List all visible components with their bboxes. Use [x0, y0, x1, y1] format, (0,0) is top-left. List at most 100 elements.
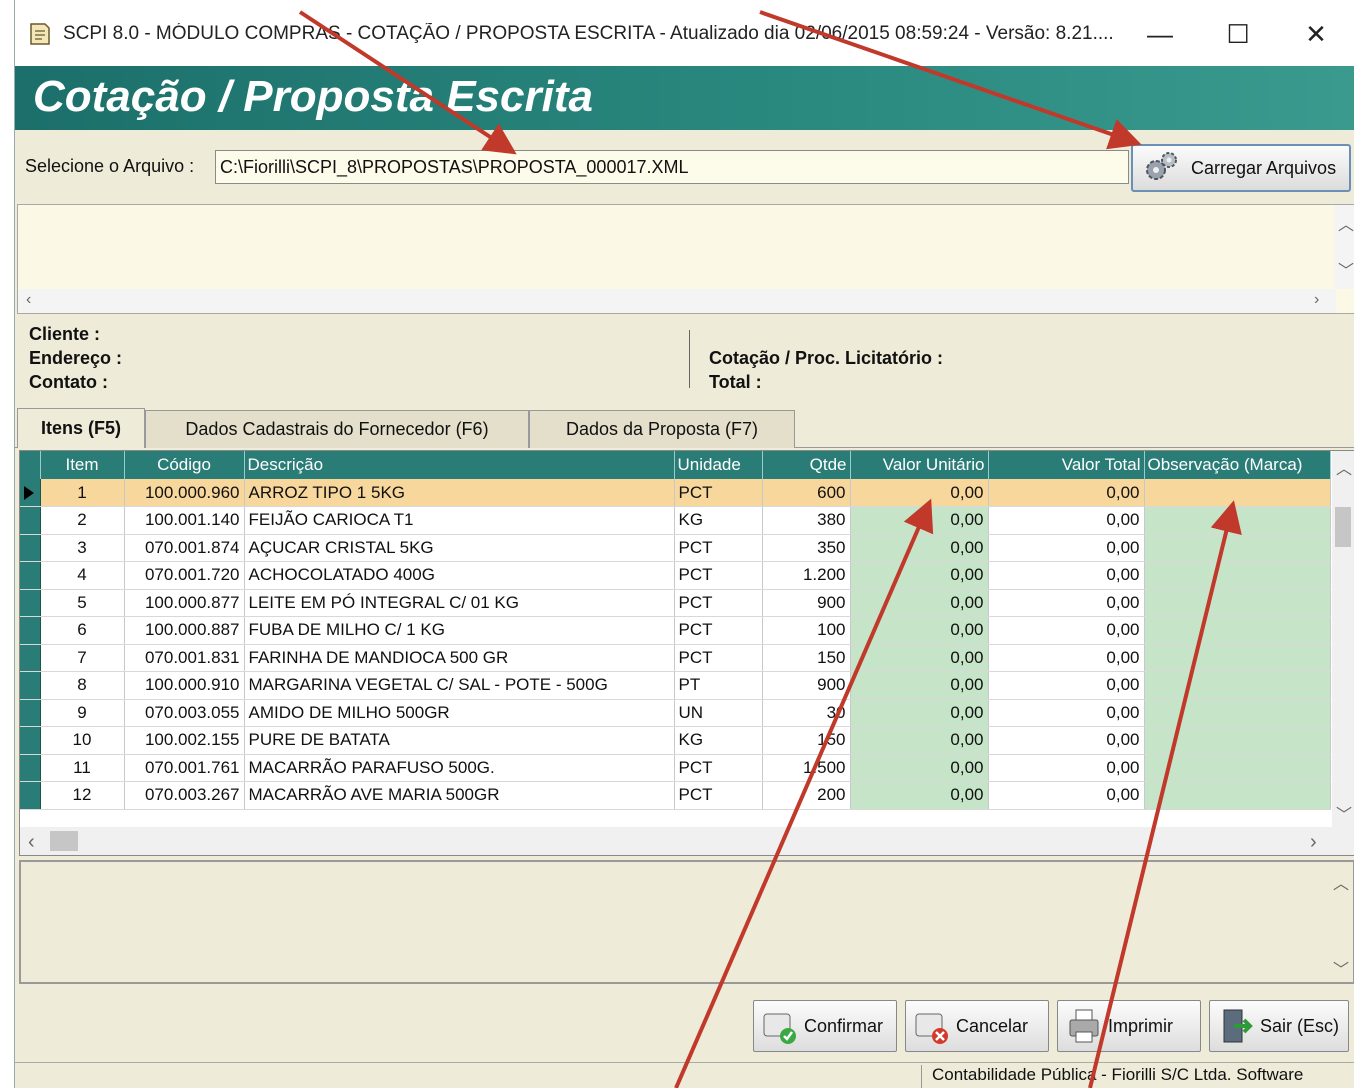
maximize-button[interactable]: ☐ [1199, 0, 1277, 68]
cell-observacao[interactable] [1144, 781, 1331, 810]
cell-observacao[interactable] [1144, 644, 1331, 672]
cell-codigo[interactable]: 100.000.877 [124, 589, 245, 617]
cell-qtde[interactable]: 30 [762, 699, 851, 727]
scroll-thumb[interactable] [50, 831, 78, 851]
grid-horizontal-scrollbar[interactable]: ‹ › [20, 827, 1354, 855]
cell-item[interactable]: 4 [40, 561, 125, 590]
row-indicator[interactable] [20, 644, 41, 672]
row-indicator[interactable] [20, 726, 41, 755]
cell-item[interactable]: 8 [40, 671, 125, 700]
cell-qtde[interactable]: 900 [762, 671, 851, 700]
col-header-codigo[interactable]: Código [124, 451, 245, 479]
cell-descricao[interactable]: ACHOCOLATADO 400G [244, 561, 675, 590]
cell-item[interactable]: 7 [40, 644, 125, 672]
chevron-left-icon[interactable]: ‹ [28, 831, 35, 854]
cell-unidade[interactable]: PCT [674, 754, 763, 782]
print-button[interactable]: Imprimir [1057, 1000, 1201, 1052]
row-indicator[interactable] [20, 671, 41, 700]
cell-qtde[interactable]: 350 [762, 534, 851, 562]
col-header-observacao[interactable]: Observação (Marca) [1144, 451, 1331, 479]
table-row[interactable]: 12 070.003.267 MACARRÃO AVE MARIA 500GR PCT… [20, 781, 1331, 810]
items-grid[interactable]: Item Código Descrição Unidade Qtde Valor… [19, 450, 1354, 856]
cell-valor-total[interactable]: 0,00 [988, 671, 1145, 700]
row-indicator[interactable] [20, 506, 41, 535]
table-row[interactable]: 5 100.000.877 LEITE EM PÓ INTEGRAL C/ 01 K… [20, 589, 1331, 617]
table-row[interactable]: 8 100.000.910 MARGARINA VEGETAL C/ SAL - P… [20, 671, 1331, 700]
chevron-up-icon[interactable]: ︿ [1336, 455, 1352, 479]
cell-unidade[interactable]: PCT [674, 644, 763, 672]
cell-unidade[interactable]: PCT [674, 561, 763, 590]
cell-item[interactable]: 12 [40, 781, 125, 810]
cell-qtde[interactable]: 900 [762, 589, 851, 617]
cell-item[interactable]: 9 [40, 699, 125, 727]
cell-codigo[interactable]: 070.001.831 [124, 644, 245, 672]
cell-valor-total[interactable]: 0,00 [988, 754, 1145, 782]
cell-valor-total[interactable]: 0,00 [988, 561, 1145, 590]
cell-qtde[interactable]: 1.500 [762, 754, 851, 782]
cell-item[interactable]: 5 [40, 589, 125, 617]
cell-observacao[interactable] [1144, 616, 1331, 645]
tab-itens[interactable]: Itens (F5) [17, 408, 145, 448]
cell-observacao[interactable] [1144, 506, 1331, 535]
cell-valor-unitario[interactable]: 0,00 [850, 534, 989, 562]
cell-valor-total[interactable]: 0,00 [988, 589, 1145, 617]
row-indicator[interactable] [20, 534, 41, 562]
load-files-button[interactable]: Carregar Arquivos [1131, 144, 1351, 192]
cell-codigo[interactable]: 100.002.155 [124, 726, 245, 755]
cell-descricao[interactable]: ARROZ TIPO 1 5KG [244, 479, 675, 507]
cell-descricao[interactable]: AMIDO DE MILHO 500GR [244, 699, 675, 727]
cell-item[interactable]: 3 [40, 534, 125, 562]
cell-item[interactable]: 2 [40, 506, 125, 535]
tab-dados-fornecedor[interactable]: Dados Cadastrais do Fornecedor (F6) [145, 410, 529, 448]
cell-descricao[interactable]: FEIJÃO CARIOCA T1 [244, 506, 675, 535]
cell-descricao[interactable]: MACARRÃO PARAFUSO 500G. [244, 754, 675, 782]
chevron-down-icon[interactable]: ﹀ [1338, 257, 1354, 281]
cell-codigo[interactable]: 070.003.055 [124, 699, 245, 727]
row-indicator[interactable] [20, 479, 41, 507]
tab-dados-proposta[interactable]: Dados da Proposta (F7) [529, 410, 795, 448]
cell-observacao[interactable] [1144, 671, 1331, 700]
cell-qtde[interactable]: 100 [762, 616, 851, 645]
cell-codigo[interactable]: 100.000.960 [124, 479, 245, 507]
chevron-up-icon[interactable]: ︿ [1338, 211, 1354, 235]
cell-valor-unitario[interactable]: 0,00 [850, 671, 989, 700]
chevron-down-icon[interactable]: ﹀ [1333, 956, 1349, 980]
row-indicator[interactable] [20, 561, 41, 590]
cell-qtde[interactable]: 380 [762, 506, 851, 535]
chevron-right-icon[interactable]: › [1314, 291, 1319, 309]
scroll-thumb[interactable] [1335, 507, 1351, 547]
observation-memo[interactable]: ︿ ﹀ [19, 860, 1354, 984]
cell-valor-unitario[interactable]: 0,00 [850, 699, 989, 727]
cell-qtde[interactable]: 150 [762, 726, 851, 755]
cell-valor-total[interactable]: 0,00 [988, 644, 1145, 672]
col-header-unidade[interactable]: Unidade [674, 451, 763, 479]
col-header-valor-total[interactable]: Valor Total [988, 451, 1145, 479]
row-indicator[interactable] [20, 699, 41, 727]
cell-codigo[interactable]: 100.001.140 [124, 506, 245, 535]
minimize-button[interactable]: — [1121, 0, 1199, 68]
cell-unidade[interactable]: PCT [674, 479, 763, 507]
cell-unidade[interactable]: KG [674, 506, 763, 535]
table-row[interactable]: 4 070.001.720 ACHOCOLATADO 400G PCT 1.200 0,0… [20, 561, 1331, 590]
row-indicator[interactable] [20, 754, 41, 782]
cell-unidade[interactable]: PCT [674, 616, 763, 645]
cell-valor-total[interactable]: 0,00 [988, 699, 1145, 727]
cell-qtde[interactable]: 600 [762, 479, 851, 507]
table-row[interactable]: 10 100.002.155 PURE DE BATATA KG 150 0,00 0,00 [20, 726, 1331, 755]
col-header-valor-unitario[interactable]: Valor Unitário [850, 451, 989, 479]
row-indicator[interactable] [20, 616, 41, 645]
col-header-qtde[interactable]: Qtde [762, 451, 851, 479]
cell-descricao[interactable]: PURE DE BATATA [244, 726, 675, 755]
row-indicator[interactable] [20, 589, 41, 617]
file-path-input[interactable] [215, 150, 1129, 184]
cell-valor-unitario[interactable]: 0,00 [850, 589, 989, 617]
memo-vertical-scrollbar[interactable]: ︿ ﹀ [1334, 205, 1354, 289]
table-row[interactable]: 7 070.001.831 FARINHA DE MANDIOCA 500 GR PC… [20, 644, 1331, 672]
cell-observacao[interactable] [1144, 534, 1331, 562]
table-row[interactable]: 9 070.003.055 AMIDO DE MILHO 500GR UN 30 0,00… [20, 699, 1331, 727]
memo-horizontal-scrollbar[interactable]: ‹ › [18, 289, 1336, 313]
cell-descricao[interactable]: FARINHA DE MANDIOCA 500 GR [244, 644, 675, 672]
cell-observacao[interactable] [1144, 589, 1331, 617]
cell-valor-total[interactable]: 0,00 [988, 534, 1145, 562]
cell-unidade[interactable]: KG [674, 726, 763, 755]
